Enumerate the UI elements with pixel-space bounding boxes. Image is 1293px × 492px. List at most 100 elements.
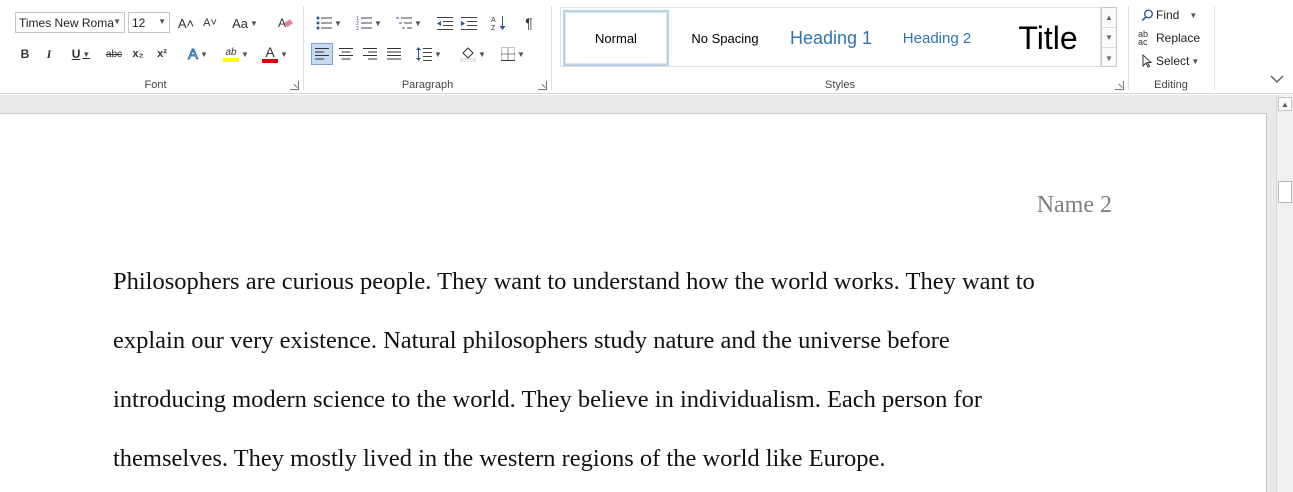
font-color-icon: A (262, 43, 279, 63)
sort-icon: A Z (491, 16, 506, 31)
decrease-indent-button[interactable] (434, 12, 456, 34)
font-color-bar (262, 58, 279, 63)
bullets-icon (316, 16, 333, 30)
chevron-down-icon: ▼ (334, 18, 342, 28)
sort-button[interactable]: A Z (488, 12, 510, 34)
line-spacing-button[interactable]: ▼ (412, 43, 446, 65)
grow-font-icon: A˄ (177, 15, 195, 31)
pilcrow-icon: ¶ (525, 15, 533, 31)
paragraph-group-label: Paragraph (401, 79, 454, 91)
ribbon: Times New Roma ▼ 12 ▼ A˄ A˅ Aa ▼ A B I U… (0, 0, 1293, 94)
highlight-glyph: ab (225, 46, 237, 58)
subscript-icon: x₂ (132, 48, 144, 60)
shrink-font-button[interactable]: A˅ (200, 12, 220, 34)
shading-button[interactable]: ▼ (456, 43, 490, 65)
font-name-combo[interactable]: Times New Roma ▼ (15, 12, 125, 33)
document-page[interactable]: Name 2 Philosophers are curious people. … (0, 113, 1267, 492)
underline-icon: U (71, 47, 81, 61)
vertical-scrollbar[interactable]: ▲ (1276, 95, 1293, 492)
font-color-glyph: A (265, 43, 275, 60)
grow-font-button[interactable]: A˄ (176, 12, 196, 34)
chevron-down-icon: ▼ (478, 49, 486, 59)
font-size-combo[interactable]: 12 ▼ (128, 12, 170, 33)
highlight-color-bar (223, 57, 240, 62)
change-case-button[interactable]: Aa ▼ (228, 12, 262, 34)
collapse-ribbon-icon[interactable] (1270, 71, 1284, 87)
page-header-text: Name 2 (1036, 192, 1112, 218)
chevron-down-icon: ▼ (82, 49, 91, 59)
align-left-button[interactable] (311, 43, 333, 65)
justify-button[interactable] (383, 43, 405, 65)
borders-button[interactable]: ▼ (496, 43, 530, 65)
chevron-down-icon: ▼ (414, 18, 422, 28)
scrollbar-thumb[interactable] (1278, 181, 1292, 203)
svg-text:A: A (491, 17, 496, 24)
font-group: Times New Roma ▼ 12 ▼ A˄ A˅ Aa ▼ A B I U… (8, 0, 303, 94)
change-case-icon: Aa (232, 15, 248, 31)
borders-icon (501, 47, 516, 61)
styles-dialog-launcher-icon[interactable] (1115, 81, 1124, 90)
numbering-button[interactable]: 1 2 3 ▼ (352, 12, 386, 34)
bold-icon: B (20, 47, 30, 61)
clear-formatting-icon: A (278, 16, 293, 30)
body-paragraph[interactable]: Philosophers are curious people. They wa… (113, 252, 1103, 488)
group-divider (1214, 6, 1215, 90)
font-name-value: Times New Roma (19, 15, 114, 30)
chevron-down-icon: ▼ (200, 49, 208, 59)
chevron-down-icon: ▼ (434, 49, 442, 59)
subscript-button[interactable]: x₂ (128, 43, 148, 65)
chevron-down-icon: ▼ (241, 49, 249, 59)
numbering-icon: 1 2 3 (356, 16, 373, 30)
text-line: themselves. They mostly lived in the wes… (113, 445, 886, 472)
font-size-value: 12 (132, 15, 146, 30)
highlight-button[interactable]: ab ▼ (220, 43, 252, 65)
highlight-icon: ab (223, 46, 240, 62)
strikethrough-button[interactable]: abc (102, 43, 126, 65)
underline-button[interactable]: U ▼ (64, 43, 98, 65)
align-right-button[interactable] (359, 43, 381, 65)
bullets-button[interactable]: ▼ (312, 12, 346, 34)
text-effects-button[interactable]: A ▼ (182, 43, 214, 65)
align-center-button[interactable] (335, 43, 357, 65)
align-center-icon (339, 48, 353, 60)
align-right-icon (363, 48, 377, 60)
italic-button[interactable]: I (40, 43, 58, 65)
italic-icon: I (46, 46, 52, 61)
chevron-down-icon: ▼ (280, 49, 288, 59)
svg-text:3: 3 (356, 26, 359, 30)
text-line: Philosophers are curious people. They wa… (113, 268, 1035, 295)
bold-button[interactable]: B (16, 43, 34, 65)
increase-indent-icon (461, 17, 477, 30)
line-spacing-icon (416, 47, 433, 61)
shading-bucket-icon (460, 47, 476, 62)
paragraph-dialog-launcher-icon[interactable] (538, 81, 547, 90)
font-color-button[interactable]: A ▼ (258, 43, 292, 65)
increase-indent-button[interactable] (458, 12, 480, 34)
font-group-label: Font (144, 79, 167, 91)
chevron-down-icon: ▼ (249, 18, 258, 28)
justify-icon (387, 48, 401, 60)
text-effects-icon: A (188, 45, 199, 63)
shrink-font-icon: A˅ (203, 17, 217, 29)
chevron-down-icon: ▼ (113, 17, 121, 26)
paragraph-group: ▼ 1 2 3 ▼ ▼ A Z ¶ ▼ ▼ ▼ Paragraph (304, 0, 551, 94)
editing-group-label: Editing (1154, 79, 1188, 91)
multilevel-list-button[interactable]: ▼ (392, 12, 426, 34)
superscript-button[interactable]: x² (152, 43, 172, 65)
font-dialog-launcher-icon[interactable] (290, 81, 299, 90)
superscript-icon: x² (157, 48, 167, 60)
editing-group: Editing (1129, 0, 1213, 94)
clear-formatting-button[interactable]: A (274, 12, 296, 34)
styles-group-label: Styles (825, 79, 855, 91)
strikethrough-icon: abc (105, 48, 123, 60)
text-line: introducing modern science to the world.… (113, 386, 983, 413)
multilevel-list-icon (396, 17, 413, 29)
chevron-down-icon: ▼ (374, 18, 382, 28)
show-formatting-marks-button[interactable]: ¶ (518, 12, 540, 34)
text-line: explain our very existence. Natural phil… (113, 327, 950, 354)
document-canvas: Name 2 Philosophers are curious people. … (0, 95, 1276, 492)
styles-group: Styles (552, 0, 1128, 94)
decrease-indent-icon (437, 17, 453, 30)
chevron-down-icon: ▼ (158, 17, 166, 26)
scroll-up-icon[interactable]: ▲ (1278, 97, 1292, 111)
